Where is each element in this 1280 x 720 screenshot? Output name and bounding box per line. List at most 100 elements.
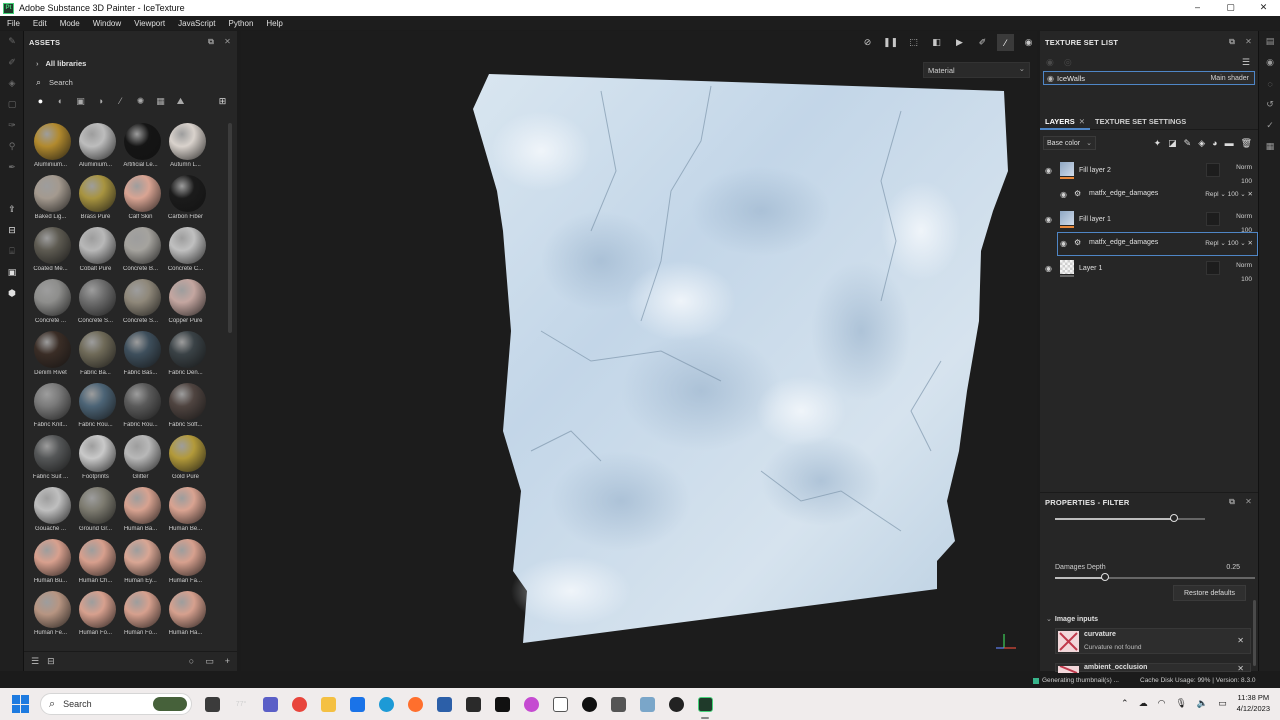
battery-icon[interactable]: ▭ (1218, 698, 1227, 709)
texture-set-item[interactable]: ◉ IceWalls Main shader (1043, 71, 1255, 85)
eye-icon[interactable]: ◉ (1047, 74, 1054, 83)
assets-search-input[interactable]: Search (49, 78, 73, 87)
blend-mode[interactable]: Norm (1236, 259, 1252, 273)
remove-input-icon[interactable]: ✕ (1237, 664, 1244, 673)
material-thumbnail[interactable]: Fabric Suit ... (28, 435, 73, 487)
eye-icon[interactable]: ◉ (1045, 166, 1052, 175)
material-thumbnail[interactable]: Human Ha... (163, 591, 208, 643)
layer-mask-thumbnail[interactable] (1206, 261, 1220, 275)
taskbar-clock[interactable]: 11:38 PM 4/12/2023 (1237, 692, 1270, 714)
material-thumbnail[interactable]: Aluminium... (73, 123, 118, 175)
material-thumbnail[interactable]: Human Fe... (28, 591, 73, 643)
textures-filter-icon[interactable]: ▣ (74, 95, 87, 108)
layer-row[interactable]: ◉ Fill layer 2 Norm 100 (1040, 158, 1258, 185)
channel-dropdown[interactable]: Base color ⌄ (1043, 136, 1096, 150)
bake-dock-icon[interactable]: ⊟ (0, 220, 24, 241)
material-thumbnail[interactable]: Human Fo... (73, 591, 118, 643)
material-thumbnail[interactable]: Human Fa... (163, 539, 208, 591)
menu-javascript[interactable]: JavaScript (178, 19, 215, 28)
eye-icon[interactable]: ◉ (1060, 239, 1067, 248)
dropbox-icon[interactable] (461, 692, 485, 716)
selection-icon[interactable]: ⬚ (905, 34, 922, 51)
damages-depth-value[interactable]: 0.25 (1226, 564, 1240, 571)
filter-opacity[interactable]: 100 (1228, 240, 1239, 247)
material-thumbnail[interactable]: Glitter (118, 435, 163, 487)
edge-icon[interactable] (374, 692, 398, 716)
hide-ui-icon[interactable]: ⊘ (859, 34, 876, 51)
paint-mode-icon[interactable]: ⁄ (997, 34, 1014, 51)
task-view-icon[interactable] (200, 692, 224, 716)
material-thumbnail[interactable]: Copper Pure (163, 279, 208, 331)
clone-tool-icon[interactable]: ⚲ (0, 136, 24, 157)
tray-chevron-icon[interactable]: ⌃ (1121, 698, 1129, 709)
filter-blend-controls[interactable]: Repl ⌄ 100 ⌄ ✕ (1205, 190, 1253, 198)
material-thumbnail[interactable]: Cobalt Pure (73, 227, 118, 279)
material-thumbnail[interactable]: Human Ch... (73, 539, 118, 591)
material-thumbnail[interactable]: Human Ey... (118, 539, 163, 591)
brushes-filter-icon[interactable]: ⁄ (114, 95, 127, 108)
chrome-icon[interactable] (287, 692, 311, 716)
picker-tool-icon[interactable]: ✒ (0, 157, 24, 178)
slider-handle[interactable] (1101, 573, 1109, 581)
camera-view-icon[interactable]: ▶ (951, 34, 968, 51)
slider-handle[interactable] (1169, 514, 1178, 522)
filter-row-selected[interactable]: ◉ ⚙ matfx_edge_damages Repl ⌄ 100 ⌄ ✕ (1057, 232, 1258, 256)
viewport-mode-dropdown[interactable]: Material ⌄ (923, 62, 1030, 78)
blend-mode[interactable]: Norm (1236, 161, 1252, 175)
blend-mode[interactable]: Norm (1236, 210, 1252, 224)
wifi-icon[interactable]: ◠ (1158, 698, 1166, 709)
material-thumbnail[interactable]: Gouache ... (28, 487, 73, 539)
eye-icon[interactable]: ◉ (1045, 215, 1052, 224)
stack-dock-icon[interactable]: ▦ (1259, 136, 1280, 157)
volume-icon[interactable]: 🔈 (1197, 698, 1208, 709)
assets-search[interactable]: ⌕ Search (24, 73, 237, 91)
refresh-icon[interactable]: ○ (189, 656, 194, 667)
grunges-filter-icon[interactable]: ▦ (154, 95, 167, 108)
eraser-tool-icon[interactable]: ✐ (0, 52, 24, 73)
close-button[interactable]: ✕ (1247, 0, 1280, 16)
weather-icon[interactable]: 77° (229, 692, 253, 716)
eye-icon[interactable]: ◉ (1045, 264, 1052, 273)
cloud-icon[interactable]: ☁ (1139, 698, 1148, 709)
texture-set-dock-icon[interactable]: ▤ (1259, 31, 1280, 52)
properties-scrollbar[interactable] (1253, 600, 1256, 666)
material-thumbnail[interactable]: Concrete B... (118, 227, 163, 279)
filter-opacity[interactable]: 100 (1228, 191, 1239, 198)
close-panel-icon[interactable]: ✕ (1245, 497, 1252, 507)
material-thumbnail[interactable]: Concrete S... (118, 279, 163, 331)
material-thumbnail[interactable]: Carbon Fiber (163, 175, 208, 227)
unreal-icon[interactable] (577, 692, 601, 716)
material-thumbnail[interactable]: Denim Rivet (28, 331, 73, 383)
3d-viewport[interactable]: ⊘ ❚❚ ⬚ ◧ ▶ ✐ ⁄ ◉ Material ⌄ (241, 31, 1037, 671)
undock-icon[interactable]: ⧉ (208, 37, 214, 47)
material-thumbnail[interactable]: Aluminium... (28, 123, 73, 175)
teams-icon[interactable] (258, 692, 282, 716)
blend-mode[interactable]: Repl (1205, 240, 1218, 247)
library-selector[interactable]: › All libraries (24, 53, 237, 73)
windows-start-icon[interactable] (12, 695, 30, 713)
menu-help[interactable]: Help (266, 19, 282, 28)
material-thumbnail[interactable]: Human Be... (163, 487, 208, 539)
store-icon[interactable] (432, 692, 456, 716)
menu-window[interactable]: Window (93, 19, 121, 28)
material-thumbnail[interactable]: Calf Skin (118, 175, 163, 227)
cube-view-icon[interactable]: ◧ (928, 34, 945, 51)
validation-dock-icon[interactable]: ✓ (1259, 115, 1280, 136)
add-mask-icon[interactable]: ◪ (1168, 138, 1177, 149)
material-thumbnail[interactable]: Coated Me... (28, 227, 73, 279)
list-view-icon[interactable]: ⊟ (47, 656, 55, 667)
firefox-icon[interactable] (403, 692, 427, 716)
notes-icon[interactable] (548, 692, 572, 716)
layer-blend-controls[interactable]: Norm 100 (1236, 259, 1252, 287)
material-thumbnail[interactable]: Concrete C... (163, 227, 208, 279)
material-thumbnail[interactable]: Autumn L... (163, 123, 208, 175)
taskbar-search[interactable]: ⌕ Search (40, 693, 192, 715)
layer-opacity[interactable]: 100 (1236, 273, 1252, 287)
add-effect-icon[interactable]: ✦ (1154, 138, 1162, 149)
file-explorer-icon[interactable] (316, 692, 340, 716)
layer-row[interactable]: ◉ Fill layer 1 Norm 100 (1040, 207, 1258, 234)
maximize-button[interactable]: ▢ (1214, 0, 1247, 16)
curvature-input[interactable]: curvature Curvature not found ✕ (1055, 628, 1251, 654)
eye-icon[interactable]: ◉ (1060, 190, 1067, 199)
grid-view-icon[interactable]: ⊞ (216, 95, 229, 108)
